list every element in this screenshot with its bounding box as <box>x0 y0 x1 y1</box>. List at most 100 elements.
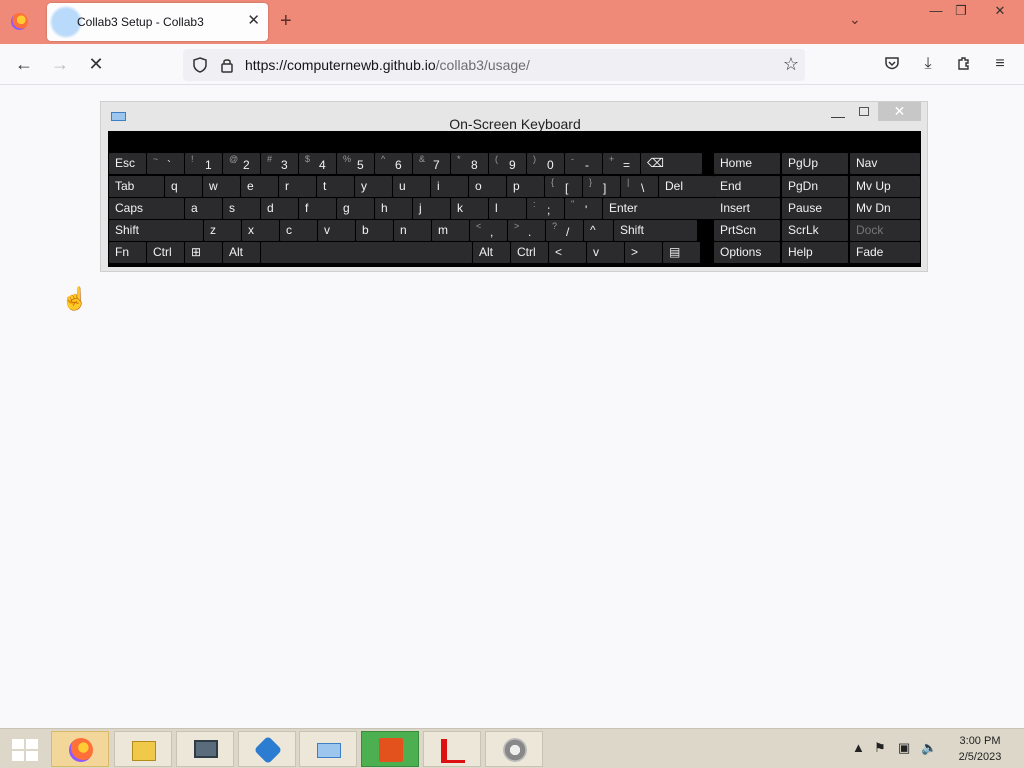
taskbar-osk[interactable] <box>299 731 357 767</box>
key-d[interactable]: d <box>261 198 298 219</box>
key-v[interactable]: v <box>318 220 355 241</box>
key-lbracket[interactable]: {[ <box>545 176 582 197</box>
key-tab[interactable]: Tab <box>109 176 164 197</box>
key-pgup[interactable]: PgUp <box>782 153 848 174</box>
key-9[interactable]: (9 <box>489 153 526 174</box>
key-lalt[interactable]: Alt <box>223 242 260 263</box>
stop-loading-icon[interactable]: ✕ <box>84 53 108 77</box>
key-f[interactable]: f <box>299 198 336 219</box>
key-s[interactable]: s <box>223 198 260 219</box>
key-lctrl[interactable]: Ctrl <box>147 242 184 263</box>
key-e[interactable]: e <box>241 176 278 197</box>
key-nav[interactable]: Nav <box>850 153 920 174</box>
key-b[interactable]: b <box>356 220 393 241</box>
window-close-button[interactable]: ✕ <box>985 2 1015 20</box>
key-q[interactable]: q <box>165 176 202 197</box>
bookmark-star-icon[interactable]: ☆ <box>783 54 799 75</box>
url-bar[interactable]: https://computernewb.github.io/collab3/u… <box>183 49 805 81</box>
key-r[interactable]: r <box>279 176 316 197</box>
extensions-icon[interactable] <box>954 54 974 74</box>
key-z[interactable]: z <box>204 220 241 241</box>
taskbar-pdf-reader[interactable] <box>423 731 481 767</box>
tracking-protection-shield-icon[interactable] <box>191 56 209 74</box>
new-tab-button[interactable]: + <box>280 9 292 33</box>
key-period[interactable]: >. <box>508 220 545 241</box>
lock-icon[interactable] <box>218 56 236 74</box>
key-o[interactable]: o <box>469 176 506 197</box>
key-c[interactable]: c <box>280 220 317 241</box>
key-down[interactable]: v <box>587 242 624 263</box>
key-win[interactable]: ⊞ <box>185 242 222 263</box>
key-lshift[interactable]: Shift <box>109 220 203 241</box>
key-pause[interactable]: Pause <box>782 198 848 219</box>
key-n[interactable]: n <box>394 220 431 241</box>
key-m[interactable]: m <box>432 220 469 241</box>
key-mv-dn[interactable]: Mv Dn <box>850 198 920 219</box>
tab-close-icon[interactable]: ✕ <box>247 12 260 30</box>
key-7[interactable]: & 7 <box>413 153 450 174</box>
key-ralt[interactable]: Alt <box>473 242 510 263</box>
on-screen-keyboard-window[interactable]: On-Screen Keyboard — ✕ Esc ~ `! 1 @2 #3 $4% 5 ^ 6… <box>100 101 928 272</box>
key-quote[interactable]: " ' <box>565 198 602 219</box>
key-pgdn[interactable]: PgDn <box>782 176 848 197</box>
key-t[interactable]: t <box>317 176 354 197</box>
key-y[interactable]: y <box>355 176 392 197</box>
key-2[interactable]: @2 <box>223 153 260 174</box>
key-right[interactable]: > <box>625 242 662 263</box>
back-arrow-icon[interactable]: ← <box>12 53 36 77</box>
key-backspace[interactable]: ⌫ <box>641 153 702 174</box>
volume-icon[interactable]: 🔈 <box>921 740 937 756</box>
key-scrlk[interactable]: ScrLk <box>782 220 848 241</box>
key-minus[interactable]: -- <box>565 153 602 174</box>
key-menu[interactable]: ▤ <box>663 242 700 263</box>
key-esc[interactable]: Esc <box>109 153 146 174</box>
key-help[interactable]: Help <box>782 242 848 263</box>
key-home[interactable]: Home <box>714 153 780 174</box>
key-equals[interactable]: + = <box>603 153 640 174</box>
window-restore-button[interactable]: ❐ <box>946 2 976 20</box>
key-w[interactable]: w <box>203 176 240 197</box>
taskbar-computer[interactable] <box>176 731 234 767</box>
key-3[interactable]: #3 <box>261 153 298 174</box>
forward-arrow-icon[interactable]: → <box>48 53 72 77</box>
key-k[interactable]: k <box>451 198 488 219</box>
taskbar-firefox[interactable] <box>51 731 109 767</box>
key-rshift[interactable]: Shift <box>614 220 697 241</box>
key-x[interactable]: x <box>242 220 279 241</box>
taskbar-file-explorer[interactable] <box>114 731 172 767</box>
key-left[interactable]: < <box>549 242 586 263</box>
hamburger-menu-icon[interactable]: ≡ <box>990 54 1010 74</box>
key-i[interactable]: i <box>431 176 468 197</box>
key-fn[interactable]: Fn <box>109 242 146 263</box>
key-rctrl[interactable]: Ctrl <box>511 242 548 263</box>
network-icon[interactable]: ▣ <box>898 740 910 756</box>
key-space[interactable] <box>261 242 472 263</box>
osk-minimize-button[interactable]: — <box>831 108 845 124</box>
key-tilde[interactable]: ~ ` <box>147 153 184 174</box>
browser-tab-active[interactable]: Collab3 Setup - Collab3 ✕ <box>47 3 268 41</box>
osk-maximize-button[interactable] <box>859 107 869 116</box>
key-j[interactable]: j <box>413 198 450 219</box>
key-del[interactable]: Del <box>659 176 714 197</box>
start-button[interactable] <box>12 739 38 761</box>
key-options[interactable]: Options <box>714 242 780 263</box>
taskbar-remote-desktop[interactable] <box>238 731 296 767</box>
list-all-tabs-chevron-icon[interactable]: ⌄ <box>849 11 861 28</box>
taskbar-office[interactable] <box>361 731 419 767</box>
url-text[interactable]: https://computernewb.github.io/collab3/u… <box>245 57 530 73</box>
key-6[interactable]: ^ 6 <box>375 153 412 174</box>
key-l[interactable]: l <box>489 198 526 219</box>
key-a[interactable]: a <box>185 198 222 219</box>
key-backslash[interactable]: | \ <box>621 176 658 197</box>
key-8[interactable]: * 8 <box>451 153 488 174</box>
taskbar-clock[interactable]: 3:00 PM 2/5/2023 <box>950 733 1010 765</box>
key-slash[interactable]: ? / <box>546 220 583 241</box>
key-0[interactable]: ) 0 <box>527 153 564 174</box>
key-fade[interactable]: Fade <box>850 242 920 263</box>
key-up[interactable]: ^ <box>584 220 613 241</box>
osk-close-button[interactable]: ✕ <box>878 102 921 121</box>
key-semicolon[interactable]: :; <box>527 198 564 219</box>
downloads-icon[interactable]: ⤓ <box>918 54 938 74</box>
key-prtscn[interactable]: PrtScn <box>714 220 780 241</box>
pocket-icon[interactable] <box>882 54 902 74</box>
